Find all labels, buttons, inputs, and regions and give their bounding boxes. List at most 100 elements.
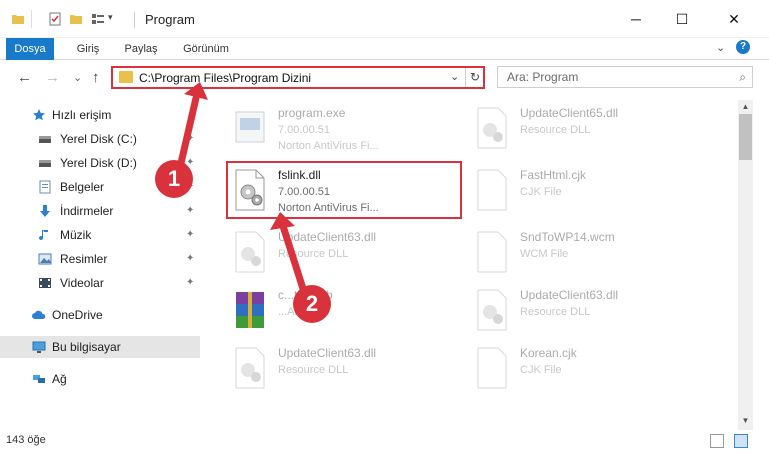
pin-icon[interactable]: ✦: [186, 229, 194, 240]
file-type: Resource DLL: [520, 306, 591, 318]
maximize-button[interactable]: ☐: [659, 0, 705, 38]
pin-icon[interactable]: ✦: [186, 205, 194, 216]
search-placeholder: Ara: Program: [507, 70, 579, 84]
sidebar-item-label: Yerel Disk (D:): [60, 156, 137, 170]
file-item[interactable]: program.exe 7.00.00.51 Norton AntiVirus …: [226, 100, 456, 160]
scroll-down-icon[interactable]: ▼: [738, 416, 753, 425]
dll-icon: [477, 107, 507, 149]
refresh-icon[interactable]: ↻: [465, 68, 484, 87]
file-name: UpdateClient63.dll: [520, 288, 619, 302]
file-item[interactable]: Korean.cjk CJK File: [468, 340, 698, 400]
file-name: SndToWP14.wcm: [520, 230, 615, 244]
file-item[interactable]: UpdateClient65.dll Resource DLL: [468, 100, 698, 160]
title-separator: [134, 12, 135, 28]
sidebar-item-network[interactable]: Ağ: [0, 368, 200, 390]
tab-paylas[interactable]: Paylaş: [118, 38, 164, 60]
sidebar-item-label: Resimler: [60, 252, 108, 266]
tab-dosya[interactable]: Dosya: [6, 38, 54, 60]
tab-gorunum[interactable]: Görünüm: [176, 38, 236, 60]
new-folder-icon[interactable]: [69, 12, 83, 26]
sidebar-item-label: Ağ: [52, 372, 67, 386]
scroll-thumb[interactable]: [739, 114, 752, 160]
search-icon[interactable]: ⌕: [739, 70, 746, 85]
pin-icon[interactable]: ✦: [186, 133, 194, 144]
music-icon: [39, 230, 48, 241]
details-view-icon[interactable]: [710, 434, 724, 448]
file-name: UpdateClient63.dll: [278, 346, 377, 360]
sidebar-item-quick-access[interactable]: Hızlı erişim: [0, 104, 200, 126]
sidebar-item-pictures[interactable]: Resimler ✦: [0, 248, 200, 270]
download-icon: [40, 205, 50, 217]
file-item[interactable]: FastHtml.cjk CJK File: [468, 162, 698, 222]
sidebar-item-music[interactable]: Müzik ✦: [0, 224, 200, 246]
sidebar-item-label: Hızlı erişim: [52, 108, 112, 122]
file-item[interactable]: UpdateClient63.dll Resource DLL: [468, 282, 698, 342]
videos-icon: [39, 278, 51, 288]
file-type: Resource DLL: [520, 124, 591, 136]
fslink-highlight-box: [226, 161, 462, 219]
star-icon: [33, 109, 45, 121]
sidebar-item-label: Bu bilgisayar: [52, 340, 121, 354]
file-item[interactable]: SndToWP14.wcm WCM File: [468, 224, 698, 284]
file-description: Norton AntiVirus Fi...: [278, 140, 379, 152]
exe-icon: [235, 111, 265, 143]
file-item[interactable]: UpdateClient63.dll Resource DLL: [226, 340, 456, 400]
archive-icon: [236, 292, 264, 328]
network-icon: [33, 375, 45, 383]
address-path[interactable]: C:\Program Files\Program Dizini: [139, 71, 311, 85]
tab-giris[interactable]: Giriş: [66, 38, 110, 60]
scroll-up-icon[interactable]: ▲: [738, 102, 753, 111]
computer-icon: [32, 341, 46, 353]
documents-icon: [39, 180, 51, 194]
file-item[interactable]: c...tes.cab ...Archive: [226, 282, 456, 342]
search-input[interactable]: Ara: Program ⌕: [497, 66, 753, 88]
file-type: WCM File: [520, 248, 569, 260]
file-item[interactable]: UpdateClient63.dll Resource DLL: [226, 224, 456, 284]
blank-file-icon: [477, 231, 507, 273]
blank-file-icon: [477, 347, 507, 389]
close-button[interactable]: ✕: [711, 0, 757, 38]
navigation-pane: Hızlı erişim Yerel Disk (C:) ✦ Yerel Dis…: [0, 100, 204, 430]
ribbon-collapse-icon[interactable]: ⌄: [716, 41, 725, 54]
view-details-icon[interactable]: [91, 12, 105, 26]
quick-access-dropdown-icon[interactable]: ▾: [108, 12, 113, 23]
file-type: CJK File: [520, 364, 562, 376]
file-type: Resource DLL: [278, 248, 349, 260]
back-arrow-icon[interactable]: ←: [17, 69, 32, 86]
forward-arrow-icon[interactable]: →: [45, 69, 60, 86]
blank-file-icon: [477, 169, 507, 211]
help-icon[interactable]: ?: [736, 40, 750, 54]
vertical-scrollbar[interactable]: ▲ ▼: [738, 100, 753, 430]
file-type: Resource DLL: [278, 364, 349, 376]
sidebar-item-label: İndirmeler: [60, 204, 114, 218]
file-type: CJK File: [520, 186, 562, 198]
sidebar-item-onedrive[interactable]: OneDrive: [0, 304, 200, 326]
up-arrow-icon[interactable]: ↑: [92, 69, 100, 86]
dll-icon: [235, 231, 265, 273]
window-title: Program: [145, 12, 195, 27]
pin-icon[interactable]: ✦: [186, 253, 194, 264]
ribbon-tabs: Dosya Giriş Paylaş Görünüm ⌄: [0, 38, 769, 60]
address-dropdown-chevron-icon[interactable]: ⌄: [450, 70, 459, 83]
file-name: Korean.cjk: [520, 346, 577, 360]
status-bar: 143 öğe: [0, 430, 769, 470]
file-name: UpdateClient63.dll: [278, 230, 377, 244]
cloud-icon: [32, 310, 46, 319]
sidebar-item-this-pc[interactable]: Bu bilgisayar: [0, 336, 200, 358]
sidebar-item-downloads[interactable]: İndirmeler ✦: [0, 200, 200, 222]
pin-icon[interactable]: ✦: [186, 277, 194, 288]
minimize-button[interactable]: ─: [613, 0, 659, 38]
folder-icon[interactable]: [11, 12, 25, 26]
step-2-badge: 2: [293, 285, 331, 323]
file-name: program.exe: [278, 106, 346, 120]
tiles-view-icon[interactable]: [734, 434, 748, 448]
address-bar[interactable]: C:\Program Files\Program Dizini ⌄ ↻: [111, 66, 485, 89]
sidebar-item-local-disk-c[interactable]: Yerel Disk (C:) ✦: [0, 128, 200, 150]
folder-icon: [119, 71, 133, 83]
file-name: FastHtml.cjk: [520, 168, 586, 182]
file-name: UpdateClient65.dll: [520, 106, 619, 120]
recent-locations-chevron-icon[interactable]: ⌄: [73, 71, 82, 84]
sidebar-item-videos[interactable]: Videolar ✦: [0, 272, 200, 294]
item-count: 143 öğe: [6, 434, 46, 446]
properties-icon[interactable]: [48, 12, 62, 26]
